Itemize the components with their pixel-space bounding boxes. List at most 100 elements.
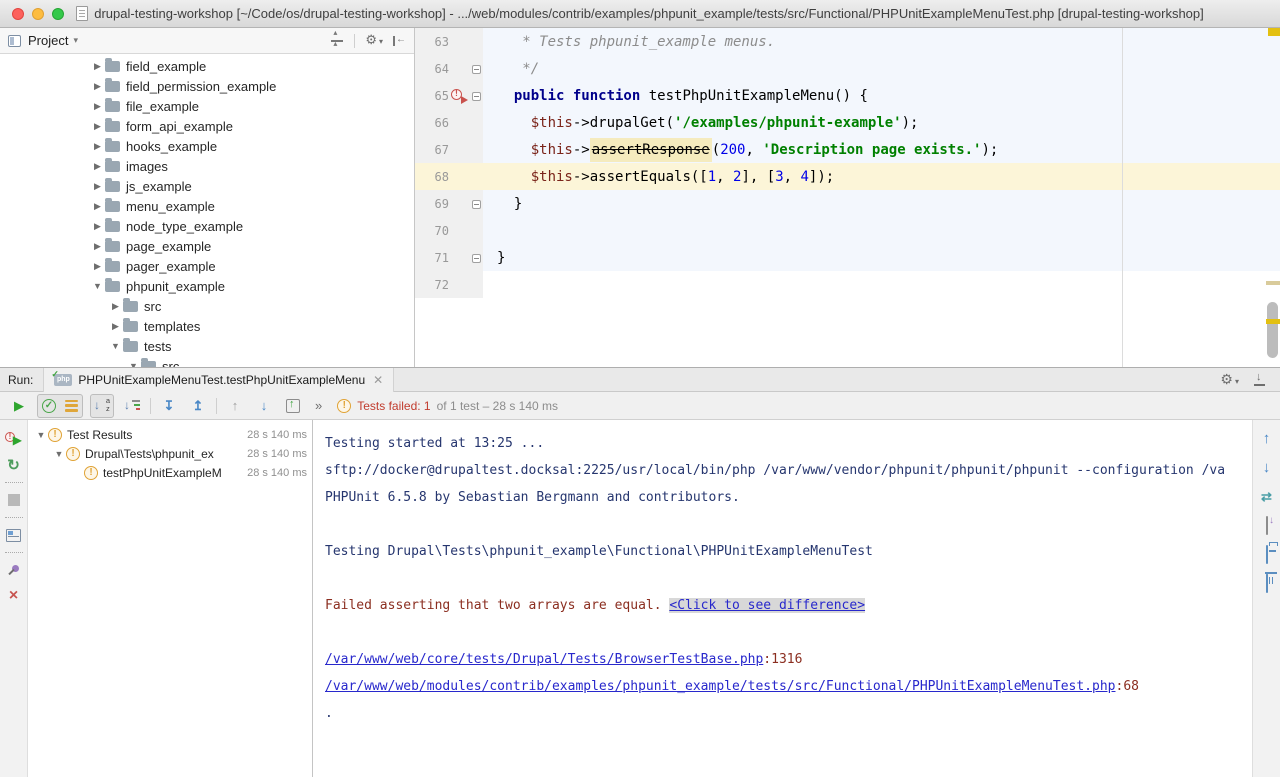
test-tree-row[interactable]: !testPhpUnitExampleM28 s 140 ms [28,463,312,482]
show-ignored-button[interactable] [60,395,82,417]
editor-gutter[interactable]: 71 [415,244,483,271]
chevron-down-icon[interactable]: ▼ [52,449,66,459]
project-tree-item[interactable]: ▶field_example [0,56,414,76]
code-text[interactable]: * Tests phpunit_example menus. [483,34,775,50]
chevron-right-icon[interactable]: ▶ [90,241,105,252]
show-passed-button[interactable]: ✓ [38,395,60,417]
chevron-down-icon[interactable]: ▼ [108,341,123,351]
fold-marker-icon[interactable] [472,254,481,263]
project-panel-title[interactable]: Project [28,33,68,48]
chevron-right-icon[interactable]: ▶ [90,121,105,132]
print-button[interactable] [1266,546,1268,564]
zoom-window-button[interactable] [52,8,64,20]
error-stripe-mark[interactable] [1266,319,1280,324]
previous-failed-test-button[interactable]: ↑ [224,395,246,417]
code-text[interactable]: } [483,196,522,212]
project-tree-item[interactable]: ▶node_type_example [0,216,414,236]
soft-wrap-button[interactable]: ⇄ [1261,488,1272,506]
project-tree-item[interactable]: ▶form_api_example [0,116,414,136]
chevron-right-icon[interactable]: ▶ [90,181,105,192]
editor-gutter[interactable]: 66 [415,109,483,136]
code-text[interactable]: public function testPhpUnitExampleMenu()… [483,88,868,104]
run-tab[interactable]: php✓ PHPUnitExampleMenuTest.testPhpUnitE… [43,368,394,392]
project-tree-item[interactable]: ▼src [0,356,414,367]
chevron-right-icon[interactable]: ▶ [108,301,123,312]
scroll-from-source-icon[interactable] [330,35,344,47]
chevron-right-icon[interactable]: ▶ [90,81,105,92]
fold-marker-icon[interactable] [472,200,481,209]
clear-all-button[interactable] [1266,575,1268,593]
project-tree-item[interactable]: ▶pager_example [0,256,414,276]
editor-scrollbar[interactable] [1267,302,1278,358]
chevron-right-icon[interactable]: ▶ [90,161,105,172]
restore-layout-button[interactable] [0,522,27,548]
editor-gutter[interactable]: 67 [415,136,483,163]
collapse-all-button[interactable]: ↥ [187,395,209,417]
sort-by-duration-button[interactable]: ↓ [121,395,143,417]
close-tab-icon[interactable]: ✕ [373,373,383,387]
chevron-right-icon[interactable]: ▶ [90,221,105,232]
close-window-button[interactable] [12,8,24,20]
next-occurrence-button[interactable]: ↓ [1263,459,1271,477]
chevron-right-icon[interactable]: ▶ [90,61,105,72]
pin-tab-button[interactable] [0,557,27,583]
editor-gutter[interactable]: 70 [415,217,483,244]
rerun-button[interactable]: ▶ [8,395,30,417]
stop-button[interactable] [0,487,27,513]
project-tree-item[interactable]: ▶field_permission_example [0,76,414,96]
test-console-output[interactable]: Testing started at 13:25 ...sftp://docke… [313,420,1252,777]
hide-tool-window-icon[interactable] [1253,373,1266,386]
project-tree-item[interactable]: ▶hooks_example [0,136,414,156]
console-link[interactable]: /var/www/web/modules/contrib/examples/ph… [325,679,1116,694]
gear-icon[interactable]: ⚙▾ [1220,371,1239,388]
rerun-button[interactable]: ↻ [0,452,27,478]
error-stripe-mark[interactable] [1266,281,1280,285]
chevron-down-icon[interactable]: ▼ [126,361,141,367]
code-text[interactable]: $this->assertEquals([1, 2], [3, 4]); [483,169,834,185]
code-text[interactable]: $this->drupalGet('/examples/phpunit-exam… [483,115,918,131]
code-text[interactable]: */ [483,61,539,77]
editor-gutter[interactable]: 68 [415,163,483,190]
close-run-panel-button[interactable]: × [0,583,27,609]
chevron-right-icon[interactable]: ▶ [90,101,105,112]
project-tree-item[interactable]: ▶src [0,296,414,316]
next-failed-test-button[interactable]: ↓ [253,395,275,417]
expand-all-button[interactable]: ↧ [158,395,180,417]
chevron-right-icon[interactable]: ▶ [108,321,123,332]
fold-marker-icon[interactable] [472,92,481,101]
editor-gutter[interactable]: 64 [415,55,483,82]
project-tree-item[interactable]: ▶page_example [0,236,414,256]
chevron-right-icon[interactable]: ▶ [90,201,105,212]
see-difference-link[interactable]: <Click to see difference> [669,598,865,613]
chevron-right-icon[interactable]: ▶ [90,141,105,152]
code-text[interactable]: $this->assertResponse(200, 'Description … [483,142,998,158]
console-link[interactable]: /var/www/web/core/tests/Drupal/Tests/Bro… [325,652,763,667]
project-tree-item[interactable]: ▶js_example [0,176,414,196]
sort-alphabetically-button[interactable]: ↓az [91,395,113,417]
chevron-down-icon[interactable]: ▼ [34,430,48,440]
chevron-down-icon[interactable]: ▾ [73,35,78,46]
rerun-failed-test-icon[interactable]: ! [451,89,467,102]
chevron-down-icon[interactable]: ▼ [90,281,105,291]
fold-marker-icon[interactable] [472,65,481,74]
editor-gutter[interactable]: 69 [415,190,483,217]
scroll-to-end-button[interactable] [1266,517,1268,535]
editor-gutter[interactable]: 65! [415,82,483,109]
project-tree-item[interactable]: ▼tests [0,336,414,356]
test-tree-row[interactable]: ▼!Test Results28 s 140 ms [28,425,312,444]
minimize-window-button[interactable] [32,8,44,20]
rerun-failed-tests-button[interactable]: !▶ [0,426,27,452]
hide-panel-icon[interactable] [393,35,406,47]
code-text[interactable]: } [483,250,505,266]
chevron-right-icon[interactable]: ▶ [90,261,105,272]
editor-gutter[interactable]: 63 [415,28,483,55]
inspection-status-indicator[interactable] [1268,28,1280,36]
project-tree-item[interactable]: ▶menu_example [0,196,414,216]
project-tree-item[interactable]: ▶images [0,156,414,176]
gear-icon[interactable]: ⚙▾ [365,33,383,49]
code-editor[interactable]: 63 * Tests phpunit_example menus.64 */65… [415,28,1280,367]
project-tree-item[interactable]: ▶file_example [0,96,414,116]
editor-gutter[interactable]: 72 [415,271,483,298]
project-tree-item[interactable]: ▶templates [0,316,414,336]
project-tree-item[interactable]: ▼phpunit_example [0,276,414,296]
